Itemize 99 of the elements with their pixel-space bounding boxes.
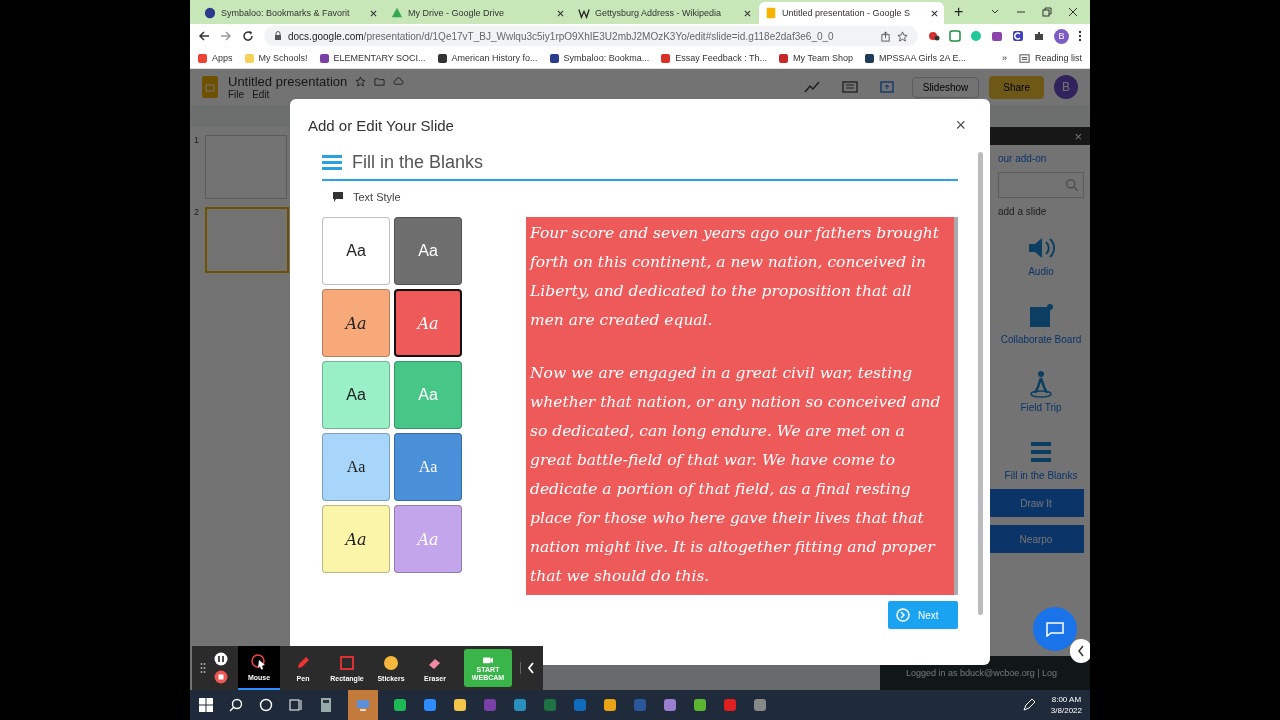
new-tab-button[interactable]: + (946, 3, 972, 21)
blanks-icon (322, 154, 342, 171)
document-title[interactable]: Untitled presentation (228, 74, 348, 89)
pen-icon (295, 654, 311, 671)
forward-icon[interactable] (220, 30, 232, 42)
app-icon[interactable] (692, 697, 708, 713)
app-icon[interactable] (392, 697, 408, 713)
more-bookmarks-button[interactable]: » (1001, 53, 1007, 63)
preview-paragraph: Now we are engaged in a great civil war, testing whether that nation, or any nation so conceived and so dedicated, can long endure. We are met on a great battle-field of that war. We have come to dedicate a portion of that field, as a final resting place for those who here gave their lives that that nation might live. It is altogether fitting and proper that we should do this. (530, 363, 942, 587)
bookmark[interactable]: Apps (198, 53, 233, 63)
menu-item[interactable]: Edit (252, 89, 270, 100)
bookmark[interactable]: American History fo... (437, 53, 538, 63)
close-icon[interactable] (1068, 7, 1078, 17)
cloud-icon[interactable] (393, 76, 405, 87)
w-letter-icon (578, 7, 590, 19)
bookmark[interactable]: MPSSAA Girls 2A E... (864, 53, 966, 63)
close-button[interactable]: × (955, 115, 966, 136)
pen-icon[interactable] (1020, 697, 1037, 713)
square-icon (339, 654, 355, 671)
windows-logo-icon[interactable] (198, 697, 214, 713)
puzzle-icon[interactable] (1033, 30, 1045, 42)
star-icon[interactable] (897, 30, 908, 42)
close-button[interactable]: × (1074, 128, 1082, 144)
pause-button[interactable] (214, 652, 228, 666)
close-icon[interactable] (744, 9, 751, 17)
profile-avatar[interactable]: B (1054, 28, 1069, 44)
url-text: docs.google.com/presentation/d/1Qe17vT_BJ_Wwlqu3c5iy1rpO9XhIE3U2mbJ2MOzK3Yo/edit#slide=id.g118e2daf3e6_0_0 (288, 30, 835, 42)
extension-icon[interactable] (1012, 30, 1024, 42)
browser-tab[interactable]: Gettysburg Address - Wikipedia (572, 2, 757, 24)
sticker-icon (383, 654, 399, 671)
slide-number: 1 (194, 135, 199, 145)
folder-icon[interactable] (374, 76, 386, 87)
address-bar[interactable]: docs.google.com/presentation/d/1Qe17vT_BJ_Wwlqu3c5iy1rpO9XhIE3U2mbJ2MOzK3Yo/edit#slide=id.g118e2daf3e6_0_0 (264, 26, 918, 46)
text-style-option[interactable]: Aa (322, 505, 390, 573)
browser-tab[interactable]: Symbaloo: Bookmarks & Favorit (198, 2, 383, 24)
restore-icon[interactable] (1042, 7, 1052, 17)
text-style-option[interactable]: Aa (322, 361, 390, 429)
chevron-left-icon (1077, 645, 1085, 657)
bookmark[interactable]: My Schools! (244, 53, 308, 63)
clock[interactable]: 8:00 AM 3/8/2022 (1050, 694, 1082, 716)
menu-item[interactable]: File (228, 89, 245, 100)
reading-list-button[interactable]: Reading list (1018, 52, 1082, 64)
reading-list-icon (1018, 52, 1030, 64)
cursor-icon (251, 653, 267, 670)
speech-bubble-icon (332, 191, 344, 203)
app-icon[interactable] (602, 697, 618, 713)
slide-thumbnail[interactable] (205, 207, 289, 273)
stop-button[interactable] (214, 670, 228, 684)
chevron-left-icon[interactable] (520, 662, 535, 674)
triangle-icon (391, 7, 403, 19)
app-icon[interactable] (422, 697, 438, 713)
extension-icon[interactable] (991, 30, 1003, 42)
bookmark[interactable]: My Team Shop (779, 53, 853, 63)
slides-logo-icon (202, 76, 218, 98)
app-icon[interactable] (752, 697, 768, 713)
text-style-option[interactable]: Aa (322, 289, 390, 357)
calculator-icon[interactable] (318, 697, 334, 713)
search-icon (1065, 178, 1079, 192)
browser-tab[interactable]: My Drive - Google Drive (385, 2, 570, 24)
section-label: Text Style (353, 191, 401, 203)
close-icon[interactable] (370, 9, 377, 17)
close-icon[interactable] (931, 9, 938, 17)
search-field[interactable] (998, 172, 1084, 198)
search-icon[interactable] (228, 697, 244, 713)
slides-icon (765, 7, 777, 19)
text-style-option[interactable]: Aa (322, 217, 390, 285)
dialog-title: Add or Edit Your Slide (308, 117, 454, 134)
close-icon[interactable] (557, 9, 564, 17)
collapse-button[interactable] (1070, 639, 1090, 663)
star-icon[interactable] (355, 76, 367, 87)
arrow-right-icon (896, 608, 910, 622)
app-icon[interactable] (662, 697, 678, 713)
bookmark[interactable]: ELEMENTARY SOCI... (319, 53, 426, 63)
extension-icon[interactable] (928, 30, 940, 42)
drag-handle-icon[interactable] (200, 662, 206, 674)
bookmark[interactable]: Essay Feedback : Th... (661, 53, 768, 63)
slide-number: 2 (194, 207, 199, 217)
slideshow-button[interactable]: Slideshow (911, 76, 980, 98)
chat-icon (1045, 621, 1065, 637)
hint-text: add a slide (998, 206, 1048, 217)
trend-icon[interactable] (803, 81, 820, 93)
app-icon[interactable] (512, 697, 528, 713)
circle-logo-icon (204, 7, 216, 19)
browser-tab[interactable]: Untitled presentation - Google S (759, 2, 944, 24)
back-icon[interactable] (198, 30, 210, 42)
app-icon[interactable] (452, 697, 468, 713)
preview-paragraph: Four score and seven years ago our fathers brought forth on this continent, a new nation, conceived in Liberty, and dedicated to the proposition that all men are created equal. (530, 223, 941, 331)
text-style-option[interactable]: Aa (394, 217, 462, 285)
text-style-option[interactable]: Aa (322, 433, 390, 501)
share-icon[interactable] (880, 30, 891, 42)
circle-icon[interactable] (258, 697, 274, 713)
computer-icon (355, 697, 371, 713)
more-icon[interactable] (1078, 30, 1082, 42)
scrollbar[interactable] (977, 152, 983, 615)
task-view-icon[interactable] (288, 697, 304, 713)
reload-icon[interactable] (242, 30, 254, 42)
section-heading: Fill in the Blanks (352, 152, 484, 173)
bookmark[interactable]: Symbaloo: Bookma... (549, 53, 650, 63)
lock-icon (274, 31, 282, 41)
